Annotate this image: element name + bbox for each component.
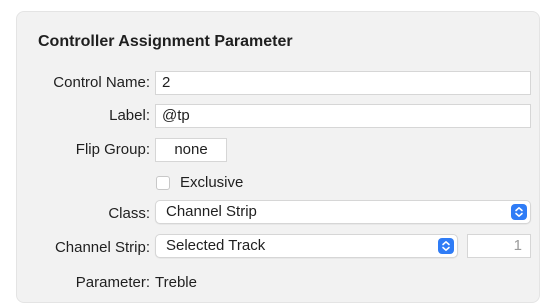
class-popup[interactable]: Channel Strip bbox=[155, 200, 531, 224]
parameter-label: Parameter: bbox=[75, 274, 150, 291]
label-field-label: Label: bbox=[109, 107, 150, 124]
channel-strip-label: Channel Strip: bbox=[54, 239, 150, 256]
panel-title: Controller Assignment Parameter bbox=[38, 33, 293, 50]
chevron-up-down-icon bbox=[438, 238, 454, 254]
flip-group-field[interactable]: none bbox=[155, 138, 227, 162]
control-name-field[interactable]: 2 bbox=[155, 71, 531, 95]
chevron-up-down-icon bbox=[511, 204, 527, 220]
exclusive-checkbox[interactable] bbox=[156, 176, 170, 190]
flip-group-label: Flip Group: bbox=[75, 141, 150, 158]
channel-strip-popup[interactable]: Selected Track bbox=[155, 234, 458, 258]
label-field[interactable]: @tp bbox=[155, 104, 531, 128]
parameter-value: Treble bbox=[155, 274, 197, 291]
class-popup-value: Channel Strip bbox=[166, 203, 257, 220]
exclusive-label: Exclusive bbox=[180, 174, 244, 191]
channel-strip-popup-value: Selected Track bbox=[166, 237, 266, 254]
channel-strip-number-field[interactable]: 1 bbox=[467, 234, 531, 258]
control-name-label: Control Name: bbox=[53, 74, 150, 91]
class-label: Class: bbox=[108, 205, 150, 222]
